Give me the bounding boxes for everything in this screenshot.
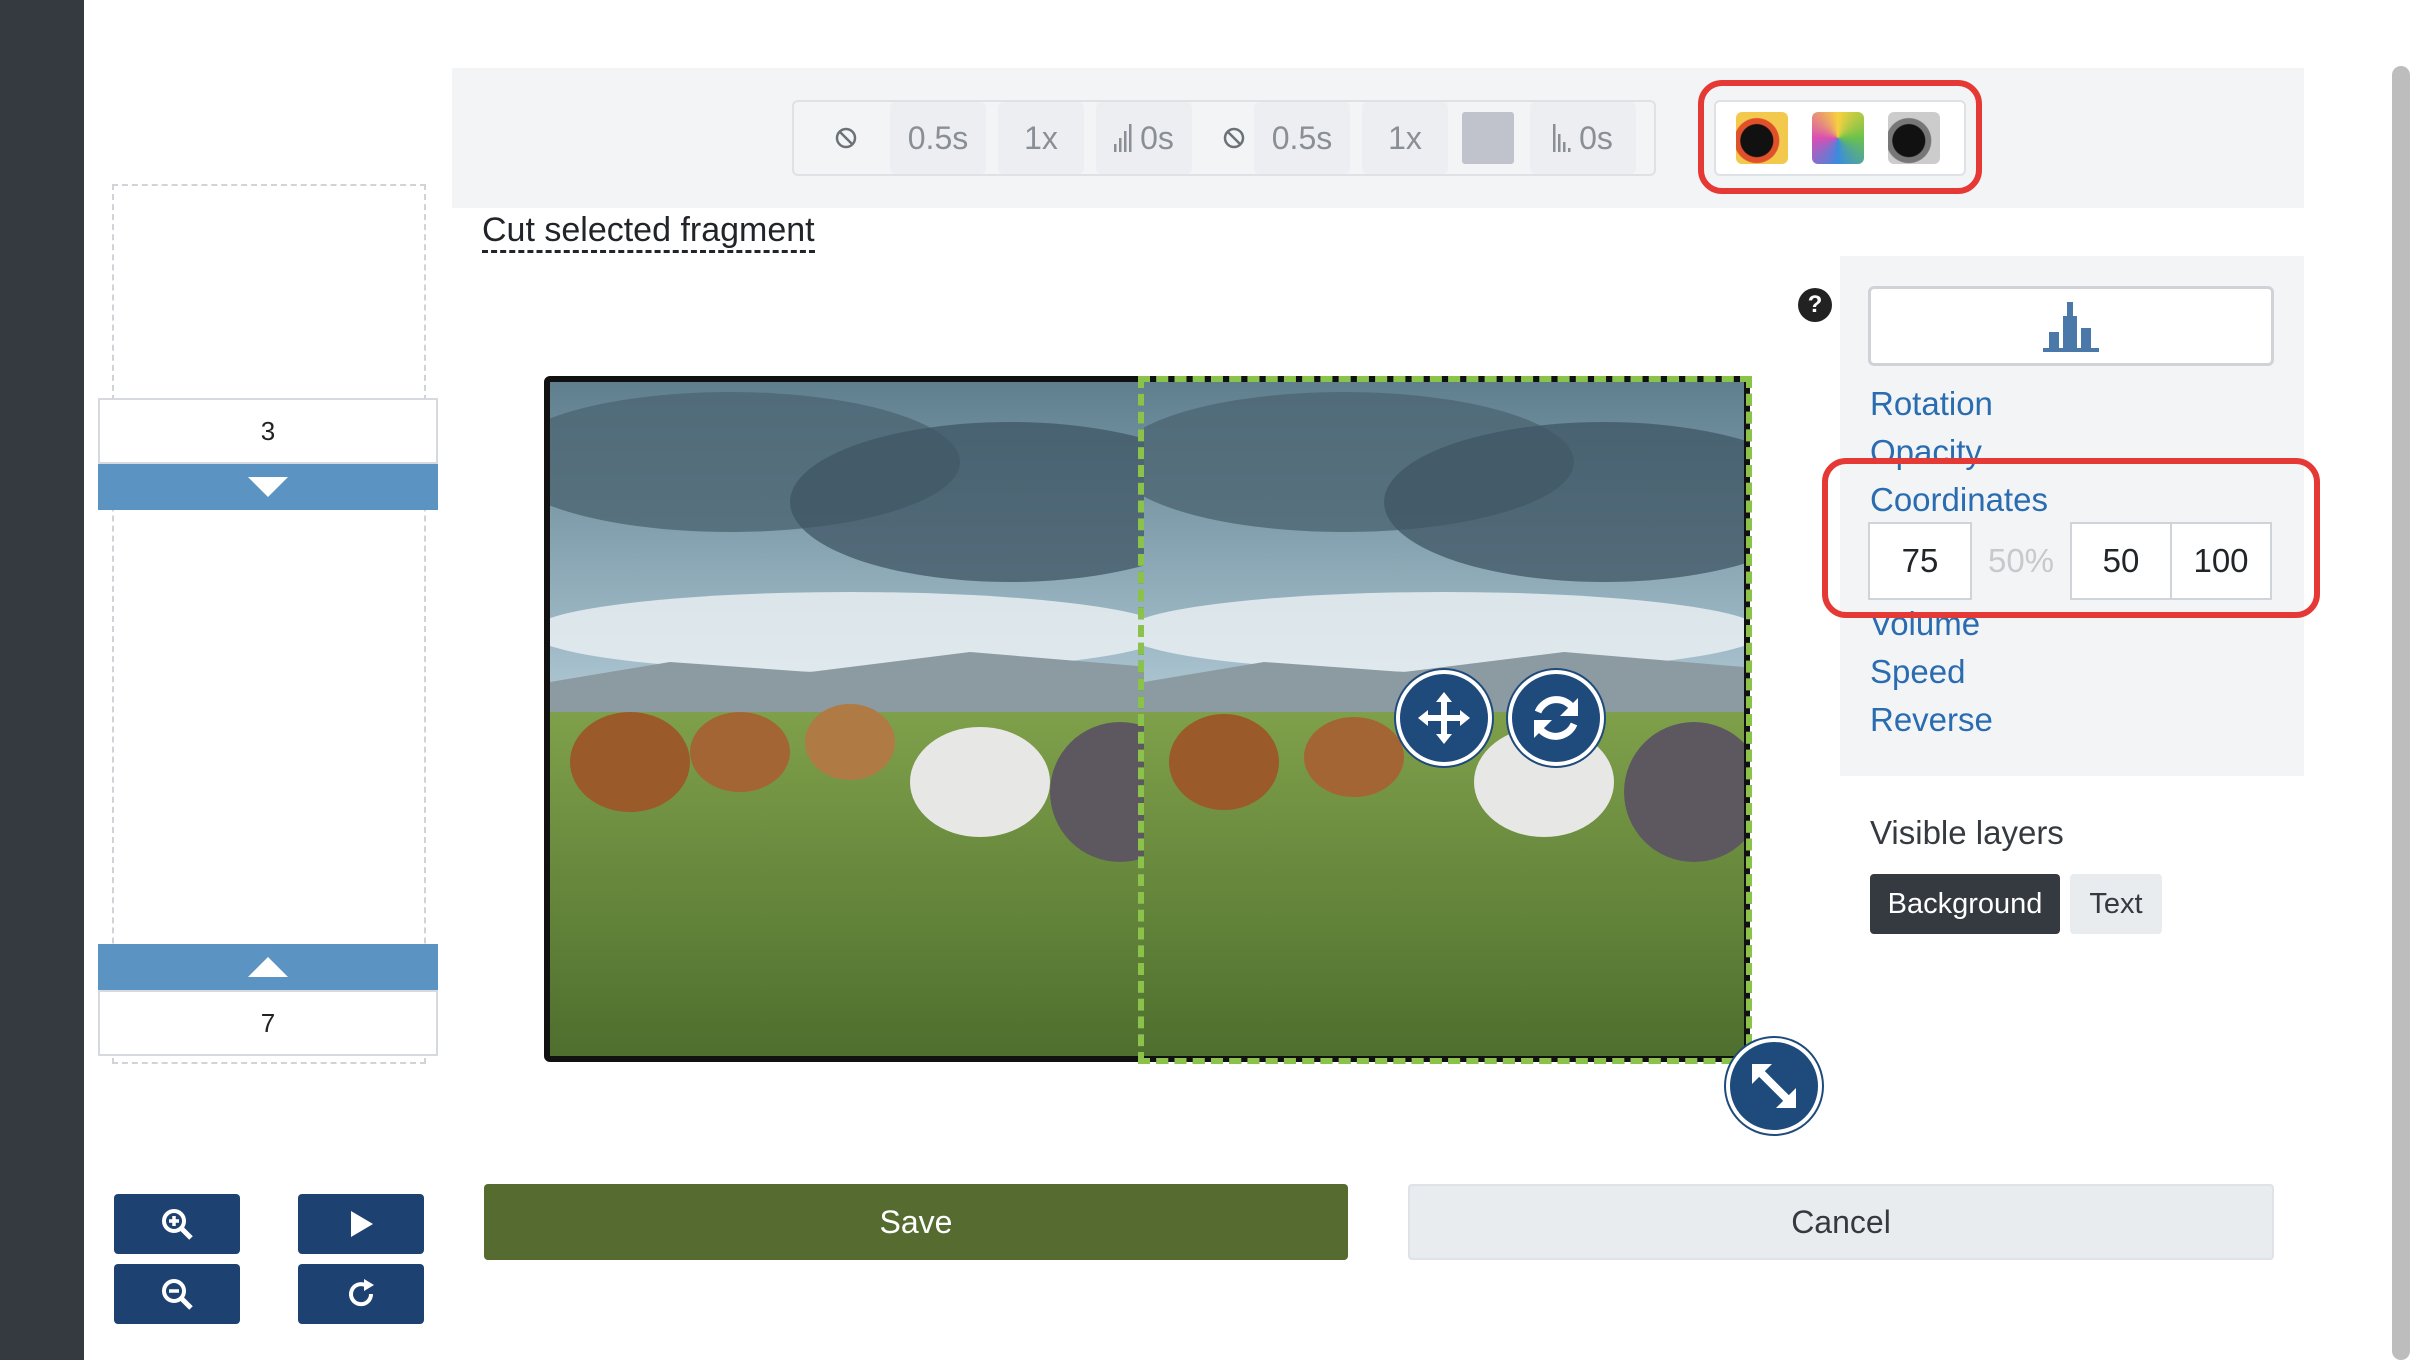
range-end-value[interactable]: 7 <box>98 990 438 1056</box>
play-icon <box>351 1211 373 1237</box>
replay-button[interactable] <box>298 1264 424 1324</box>
caret-down-icon <box>248 477 288 497</box>
fade-in-duration[interactable]: 0.5s <box>890 102 986 174</box>
volume-bars-icon <box>1114 124 1132 152</box>
audio-settings-group: 0.5s 1x 0s 0.5s 1x 0s <box>792 100 1656 176</box>
ban-icon <box>835 127 857 149</box>
visible-layers-label: Visible layers <box>1870 814 2064 851</box>
layer-background-toggle[interactable]: Background <box>1870 874 2060 934</box>
prop-speed[interactable]: Speed <box>1870 652 1965 692</box>
speed-button-1[interactable]: 1x <box>998 102 1084 174</box>
fade-out-duration[interactable]: 0.5s <box>1254 102 1350 174</box>
save-button[interactable]: Save <box>484 1184 1348 1260</box>
zoom-in-icon <box>162 1209 193 1240</box>
rotate-handle[interactable] <box>1508 670 1604 766</box>
preset-selector[interactable] <box>1868 286 2274 366</box>
volume-delay-1-value: 0s <box>1140 119 1174 156</box>
zoom-out-icon <box>162 1279 193 1310</box>
prop-rotation[interactable]: Rotation <box>1870 384 1993 424</box>
fade-in-toggle[interactable] <box>816 102 876 174</box>
cancel-button[interactable]: Cancel <box>1408 1184 2274 1260</box>
background-video-frame <box>550 382 1150 1056</box>
speed-button-2[interactable]: 1x <box>1362 102 1448 174</box>
skyline-icon <box>2043 302 2099 352</box>
caret-up-icon <box>248 957 288 977</box>
zoom-in-button[interactable] <box>114 1194 240 1254</box>
prop-reverse[interactable]: Reverse <box>1870 700 1993 740</box>
volume-delay-2-value: 0s <box>1579 119 1613 156</box>
move-icon <box>1418 692 1470 744</box>
range-slider-track[interactable] <box>112 184 426 1064</box>
zoom-out-button[interactable] <box>114 1264 240 1324</box>
range-start-value[interactable]: 3 <box>98 398 438 464</box>
play-button[interactable] <box>298 1194 424 1254</box>
volume-bars-icon <box>1553 124 1571 152</box>
highlight-box-coordinates <box>1822 458 2320 618</box>
scrollbar-thumb[interactable] <box>2392 66 2410 1360</box>
highlight-box-filters <box>1698 80 1982 194</box>
move-handle[interactable] <box>1396 670 1492 766</box>
help-icon[interactable]: ? <box>1798 288 1832 322</box>
layer-text-toggle[interactable]: Text <box>2070 874 2162 934</box>
volume-delay-1[interactable]: 0s <box>1096 102 1192 174</box>
color-swatch-icon <box>1462 112 1514 164</box>
cut-fragment-link[interactable]: Cut selected fragment <box>482 210 815 253</box>
sync-icon <box>1534 696 1578 740</box>
range-end-handle[interactable] <box>98 944 438 990</box>
color-picker[interactable] <box>1452 102 1524 174</box>
resize-icon <box>1752 1064 1796 1108</box>
ban-icon <box>1223 127 1245 149</box>
range-start-handle[interactable] <box>98 464 438 510</box>
volume-delay-2[interactable]: 0s <box>1530 102 1636 174</box>
resize-handle[interactable] <box>1726 1038 1822 1134</box>
refresh-icon <box>349 1279 374 1307</box>
